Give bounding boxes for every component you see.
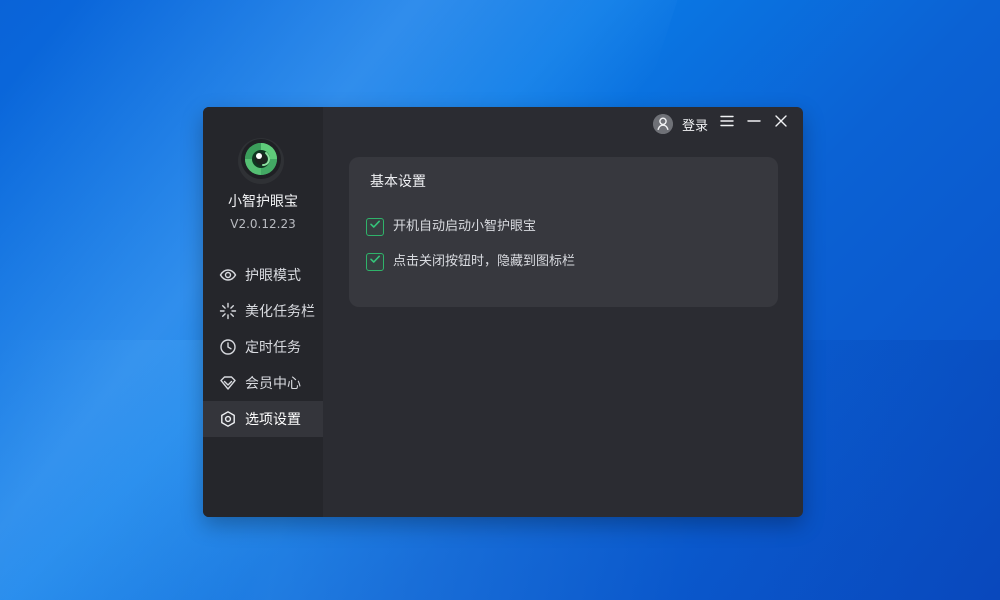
auto-start-checkbox[interactable] [366,218,384,236]
sidebar: 小智护眼宝 V2.0.12.23 护眼模式 美化任务栏 定时任务 会员中心 选项… [203,107,323,517]
hide-to-tray-option[interactable]: 点击关闭按钮时，隐藏到图标栏 [366,252,575,272]
minimize-button[interactable] [745,114,763,132]
eye-icon [219,266,237,284]
app-version: V2.0.12.23 [230,217,296,231]
login-area[interactable]: 登录 [652,113,708,135]
basic-settings-panel: 基本设置 开机自动启动小智护眼宝 点击关闭按钮时，隐藏到图标栏 [349,157,778,307]
close-icon [773,113,789,133]
login-link[interactable]: 登录 [682,115,708,134]
settings-icon [219,410,237,428]
sidebar-item-eye-mode[interactable]: 护眼模式 [203,257,323,293]
title-bar: 登录 [323,107,803,141]
minimize-icon [746,113,762,133]
section-title: 基本设置 [370,174,426,190]
desktop-background: 小智护眼宝 V2.0.12.23 护眼模式 美化任务栏 定时任务 会员中心 选项… [0,0,1000,600]
sidebar-item-label: 定时任务 [245,340,301,356]
app-name: 小智护眼宝 [228,194,298,210]
sidebar-item-scheduled-tasks[interactable]: 定时任务 [203,329,323,365]
sidebar-item-label: 美化任务栏 [245,304,315,320]
close-button[interactable] [772,114,790,132]
menu-button[interactable] [718,114,736,132]
sidebar-item-taskbar-beautify[interactable]: 美化任务栏 [203,293,323,329]
sidebar-item-label: 选项设置 [245,412,301,428]
sidebar-item-member-center[interactable]: 会员中心 [203,365,323,401]
auto-start-option[interactable]: 开机自动启动小智护眼宝 [366,217,536,237]
hide-to-tray-checkbox[interactable] [366,253,384,271]
sidebar-item-label: 护眼模式 [245,268,301,284]
menu-icon [719,113,735,133]
app-logo [238,138,284,184]
app-window: 小智护眼宝 V2.0.12.23 护眼模式 美化任务栏 定时任务 会员中心 选项… [203,107,803,517]
auto-start-label: 开机自动启动小智护眼宝 [393,219,537,234]
clock-icon [219,338,237,356]
sparkle-icon [219,302,237,320]
check-icon [369,218,381,236]
user-avatar-icon[interactable] [652,114,673,134]
sidebar-item-label: 会员中心 [245,376,301,392]
check-icon [369,253,381,271]
sidebar-item-options-settings[interactable]: 选项设置 [203,401,323,437]
hide-to-tray-label: 点击关闭按钮时，隐藏到图标栏 [393,254,576,269]
green-eye-shutter-logo-icon [240,138,282,184]
diamond-icon [219,374,237,392]
sidebar-nav: 护眼模式 美化任务栏 定时任务 会员中心 选项设置 [203,257,323,437]
